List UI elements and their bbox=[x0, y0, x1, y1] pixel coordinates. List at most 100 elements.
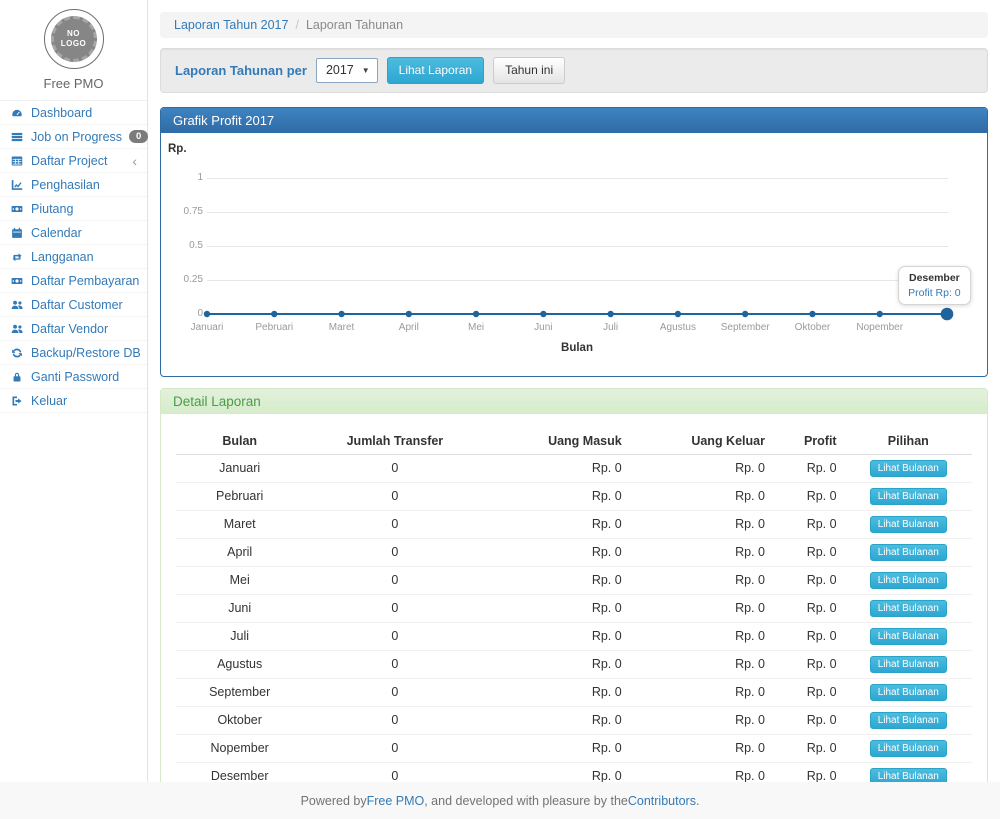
cell-pilihan: Lihat Bulanan bbox=[845, 706, 972, 734]
cell-jumlah: 0 bbox=[303, 762, 486, 782]
sidebar-item-label: Langganan bbox=[31, 250, 94, 264]
footer-link-contributors[interactable]: Contributors bbox=[628, 794, 696, 808]
x-tick-label: Januari bbox=[191, 322, 224, 333]
cell-keluar: Rp. 0 bbox=[630, 566, 773, 594]
sidebar-item-daftar-vendor[interactable]: Daftar Vendor bbox=[0, 317, 147, 341]
lihat-bulanan-button[interactable]: Lihat Bulanan bbox=[870, 488, 947, 505]
data-point bbox=[271, 310, 277, 316]
lihat-bulanan-button[interactable]: Lihat Bulanan bbox=[870, 460, 947, 477]
cell-profit: Rp. 0 bbox=[773, 650, 845, 678]
footer-text-suffix: . bbox=[696, 794, 699, 808]
cell-masuk: Rp. 0 bbox=[486, 650, 629, 678]
sidebar-item-ganti-password[interactable]: Ganti Password bbox=[0, 365, 147, 389]
tooltip-value: Profit Rp: 0 bbox=[908, 287, 961, 299]
lihat-bulanan-button[interactable]: Lihat Bulanan bbox=[870, 740, 947, 757]
breadcrumb-link[interactable]: Laporan Tahun 2017 bbox=[174, 18, 288, 32]
sidebar-item-daftar-pembayaran[interactable]: Daftar Pembayaran bbox=[0, 269, 147, 293]
cell-profit: Rp. 0 bbox=[773, 706, 845, 734]
lihat-bulanan-button[interactable]: Lihat Bulanan bbox=[870, 684, 947, 701]
view-report-button[interactable]: Lihat Laporan bbox=[387, 57, 484, 84]
cell-masuk: Rp. 0 bbox=[486, 678, 629, 706]
sidebar-item-piutang[interactable]: Piutang bbox=[0, 197, 147, 221]
filter-label: Laporan Tahunan per bbox=[175, 63, 307, 78]
cell-keluar: Rp. 0 bbox=[630, 622, 773, 650]
logo-text-line1: NO bbox=[67, 29, 80, 39]
cell-profit: Rp. 0 bbox=[773, 510, 845, 538]
sidebar-item-job-on-progress[interactable]: Job on Progress0 bbox=[0, 125, 147, 149]
lihat-bulanan-button[interactable]: Lihat Bulanan bbox=[870, 516, 947, 533]
data-point bbox=[877, 310, 883, 316]
lihat-bulanan-button[interactable]: Lihat Bulanan bbox=[870, 572, 947, 589]
no-logo-seal: NO LOGO bbox=[51, 16, 97, 62]
sidebar-item-penghasilan[interactable]: Penghasilan bbox=[0, 173, 147, 197]
cell-bulan: Pebruari bbox=[176, 482, 303, 510]
cell-pilihan: Lihat Bulanan bbox=[845, 762, 972, 782]
cell-masuk: Rp. 0 bbox=[486, 482, 629, 510]
count-badge: 0 bbox=[129, 130, 148, 144]
this-year-button[interactable]: Tahun ini bbox=[493, 57, 565, 84]
sidebar-item-langganan[interactable]: Langganan bbox=[0, 245, 147, 269]
table-icon bbox=[10, 155, 24, 167]
detail-panel-title: Detail Laporan bbox=[161, 389, 987, 414]
year-select[interactable]: 2017 ▼ bbox=[316, 58, 378, 83]
cell-bulan: April bbox=[176, 538, 303, 566]
caret-down-icon: ▼ bbox=[362, 66, 370, 75]
sidebar-item-backup-restore-db[interactable]: Backup/Restore DB bbox=[0, 341, 147, 365]
cell-bulan: Desember bbox=[176, 762, 303, 782]
sidebar-item-label: Daftar Customer bbox=[31, 298, 123, 312]
table-row-pebruari: Pebruari0Rp. 0Rp. 0Rp. 0Lihat Bulanan bbox=[176, 482, 972, 510]
lihat-bulanan-button[interactable]: Lihat Bulanan bbox=[870, 628, 947, 645]
detail-panel: Detail Laporan BulanJumlah TransferUang … bbox=[160, 388, 988, 782]
lihat-bulanan-button[interactable]: Lihat Bulanan bbox=[870, 768, 947, 782]
chart-tooltip: DesemberProfit Rp: 0 bbox=[898, 266, 971, 305]
x-tick-label: Pebruari bbox=[255, 322, 293, 333]
x-tick-label: Juli bbox=[603, 322, 618, 333]
cell-jumlah: 0 bbox=[303, 482, 486, 510]
cell-profit: Rp. 0 bbox=[773, 762, 845, 782]
table-row-desember: Desember0Rp. 0Rp. 0Rp. 0Lihat Bulanan bbox=[176, 762, 972, 782]
lihat-bulanan-button[interactable]: Lihat Bulanan bbox=[870, 544, 947, 561]
sidebar-item-label: Daftar Pembayaran bbox=[31, 274, 139, 288]
breadcrumb: Laporan Tahun 2017/Laporan Tahunan bbox=[160, 12, 988, 38]
cell-keluar: Rp. 0 bbox=[630, 706, 773, 734]
sidebar-item-label: Dashboard bbox=[31, 106, 92, 120]
sidebar: NO LOGO Free PMO DashboardJob on Progres… bbox=[0, 0, 148, 782]
lihat-bulanan-button[interactable]: Lihat Bulanan bbox=[870, 600, 947, 617]
chart-panel: Grafik Profit 2017 Rp.00.250.50.751Janua… bbox=[160, 107, 988, 377]
sidebar-item-label: Backup/Restore DB bbox=[31, 346, 141, 360]
sidebar-item-daftar-project[interactable]: Daftar Project‹ bbox=[0, 149, 147, 173]
sidebar-item-label: Piutang bbox=[31, 202, 73, 216]
sidebar-item-daftar-customer[interactable]: Daftar Customer bbox=[0, 293, 147, 317]
cell-profit: Rp. 0 bbox=[773, 734, 845, 762]
retweet-icon bbox=[10, 251, 24, 263]
sidebar-item-calendar[interactable]: Calendar bbox=[0, 221, 147, 245]
lihat-bulanan-button[interactable]: Lihat Bulanan bbox=[870, 656, 947, 673]
cell-bulan: Juni bbox=[176, 594, 303, 622]
cell-keluar: Rp. 0 bbox=[630, 482, 773, 510]
cell-profit: Rp. 0 bbox=[773, 538, 845, 566]
money-icon bbox=[10, 203, 24, 215]
cell-jumlah: 0 bbox=[303, 622, 486, 650]
main-layout: NO LOGO Free PMO DashboardJob on Progres… bbox=[0, 0, 1000, 782]
cell-profit: Rp. 0 bbox=[773, 482, 845, 510]
line-chart-icon bbox=[10, 179, 24, 191]
table-row-nopember: Nopember0Rp. 0Rp. 0Rp. 0Lihat Bulanan bbox=[176, 734, 972, 762]
cell-masuk: Rp. 0 bbox=[486, 566, 629, 594]
cell-jumlah: 0 bbox=[303, 538, 486, 566]
chart-area: Rp.00.250.50.751JanuariPebruariMaretApri… bbox=[161, 133, 987, 376]
chart-panel-title: Grafik Profit 2017 bbox=[161, 108, 987, 133]
cell-keluar: Rp. 0 bbox=[630, 454, 773, 482]
footer-link-freepmo[interactable]: Free PMO bbox=[367, 794, 425, 808]
lihat-bulanan-button[interactable]: Lihat Bulanan bbox=[870, 712, 947, 729]
x-tick-label: Nopember bbox=[856, 322, 903, 333]
sidebar-item-dashboard[interactable]: Dashboard bbox=[0, 101, 147, 125]
table-row-oktober: Oktober0Rp. 0Rp. 0Rp. 0Lihat Bulanan bbox=[176, 706, 972, 734]
breadcrumb-separator: / bbox=[295, 18, 298, 32]
x-tick-label: Maret bbox=[329, 322, 355, 333]
cell-jumlah: 0 bbox=[303, 650, 486, 678]
signout-icon bbox=[10, 395, 24, 407]
users-icon bbox=[10, 299, 24, 311]
x-tick-label: Oktober bbox=[795, 322, 831, 333]
sidebar-item-keluar[interactable]: Keluar bbox=[0, 389, 147, 413]
column-header-bulan: Bulan bbox=[176, 428, 303, 455]
